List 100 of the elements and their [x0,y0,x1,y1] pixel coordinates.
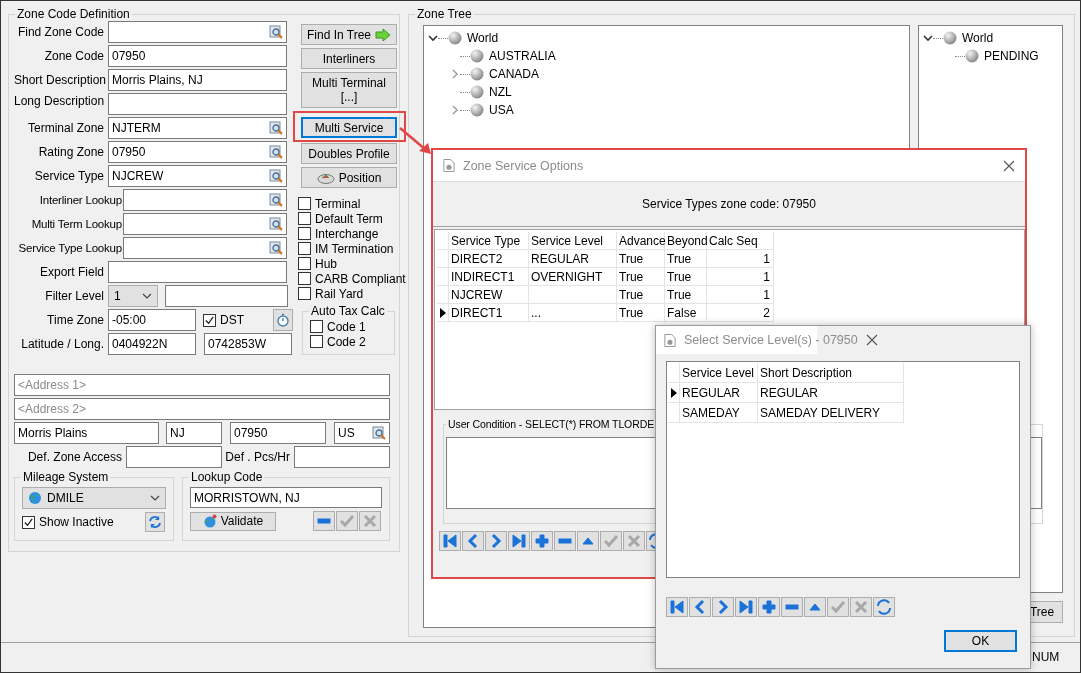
checkbox[interactable] [310,320,323,333]
text-field[interactable]: NJCREW [108,165,287,187]
address-field[interactable]: <Address 2> [14,398,390,420]
text-field[interactable] [123,213,287,235]
text-field[interactable] [123,237,287,259]
delete-button[interactable] [781,597,803,617]
close-icon[interactable] [1003,159,1015,172]
latitude-field[interactable]: 0404922N [108,333,196,355]
text-field[interactable]: -05:00 [108,309,196,331]
text-field[interactable]: 07950 [108,141,287,163]
chevron-down-icon[interactable] [923,33,933,43]
table-cell: True [665,286,707,304]
text-field[interactable] [123,189,287,211]
checkbox[interactable] [298,242,311,255]
action-button[interactable]: Position [301,167,397,188]
next-button[interactable] [712,597,734,617]
ok-button[interactable]: OK [944,630,1017,652]
checkbox[interactable] [298,257,311,270]
search-icon[interactable] [269,217,283,231]
field-label: Latitude / Long. [20,337,105,351]
lookup-code-field[interactable]: MORRISTOWN, NJ [190,487,382,508]
checkbox[interactable] [298,197,311,210]
skip-last-icon [511,533,527,549]
skip-last-icon [738,599,754,615]
chevron-down-icon[interactable] [428,33,438,43]
checkbox[interactable] [298,287,311,300]
search-icon[interactable] [372,426,386,440]
checkbox-label: CARB Compliant [315,271,406,286]
action-button[interactable]: Doubles Profile [301,143,397,164]
action-button[interactable]: Multi Terminal [...] [301,72,397,108]
table-cell: 1 [707,268,774,286]
delete-button[interactable] [554,531,576,551]
text-field[interactable]: 07950 [108,45,287,67]
next-button[interactable] [485,531,507,551]
last-record-button[interactable] [508,531,530,551]
refresh-button[interactable] [145,512,165,532]
zip-field[interactable]: 07950 [230,422,326,444]
chevron-right-icon[interactable] [450,105,460,115]
mileage-dropdown[interactable]: DMILE [22,487,166,509]
text-field[interactable] [294,446,390,468]
tree-item[interactable]: World [962,31,994,45]
cross-icon [626,533,642,549]
delete-button[interactable] [313,511,335,531]
text-field[interactable] [108,261,287,283]
last-record-button[interactable] [735,597,757,617]
table-cell: REGULAR [680,383,758,403]
text-field[interactable] [165,285,288,307]
cross-icon [853,599,869,615]
timer-button[interactable] [273,309,293,331]
city-field[interactable]: Morris Plains [14,422,159,444]
first-record-button[interactable] [666,597,688,617]
chevron-right-icon[interactable] [450,69,460,79]
arrow-right-icon [375,27,391,42]
first-record-button[interactable] [439,531,461,551]
checkbox[interactable] [298,212,311,225]
text-field[interactable] [108,93,287,115]
checkbox[interactable] [310,335,323,348]
tree-item[interactable]: World [467,31,499,45]
search-icon[interactable] [269,25,283,39]
tree-item[interactable]: NZL [489,85,512,99]
validate-button[interactable]: Validate [190,511,276,531]
add-button[interactable] [758,597,780,617]
checkbox[interactable] [22,515,35,529]
table-cell: ... [529,304,617,322]
checkbox[interactable] [298,272,311,285]
table-cell: INDIRECT1 [449,268,529,286]
action-button[interactable]: Find In Tree [301,24,397,45]
checkbox[interactable] [298,227,311,240]
text-field[interactable] [126,446,222,468]
previous-button[interactable] [689,597,711,617]
tree-item[interactable]: CANADA [489,67,539,81]
text-field[interactable] [108,21,287,43]
checkbox-label: Terminal [315,196,361,211]
state-field[interactable]: NJ [166,422,222,444]
action-button[interactable]: Interliners [301,48,397,69]
tree-item[interactable]: PENDING [984,49,1039,63]
close-icon[interactable] [865,334,878,346]
checkbox[interactable] [203,313,216,327]
filter-level-dropdown[interactable]: 1 [108,285,158,307]
search-icon[interactable] [269,193,283,207]
country-field[interactable]: US [334,422,390,444]
address-field[interactable]: <Address 1> [14,374,390,396]
text-field[interactable]: Morris Plains, NJ [108,69,287,91]
tree-item[interactable]: AUSTRALIA [489,49,556,63]
previous-button[interactable] [462,531,484,551]
search-icon[interactable] [269,169,283,183]
column-header: Calc Seq [707,232,774,250]
edit-button[interactable] [577,531,599,551]
search-icon[interactable] [269,121,283,135]
search-icon[interactable] [269,145,283,159]
action-button[interactable]: Multi Service [301,117,397,138]
tree-item[interactable]: USA [489,103,514,117]
add-button[interactable] [531,531,553,551]
text-field[interactable]: NJTERM [108,117,287,139]
edit-button[interactable] [804,597,826,617]
column-header: Service Type [449,232,529,250]
longitude-field[interactable]: 0742853W [204,333,292,355]
search-icon[interactable] [269,241,283,255]
table-cell: True [617,268,665,286]
refresh-button[interactable] [873,597,895,617]
